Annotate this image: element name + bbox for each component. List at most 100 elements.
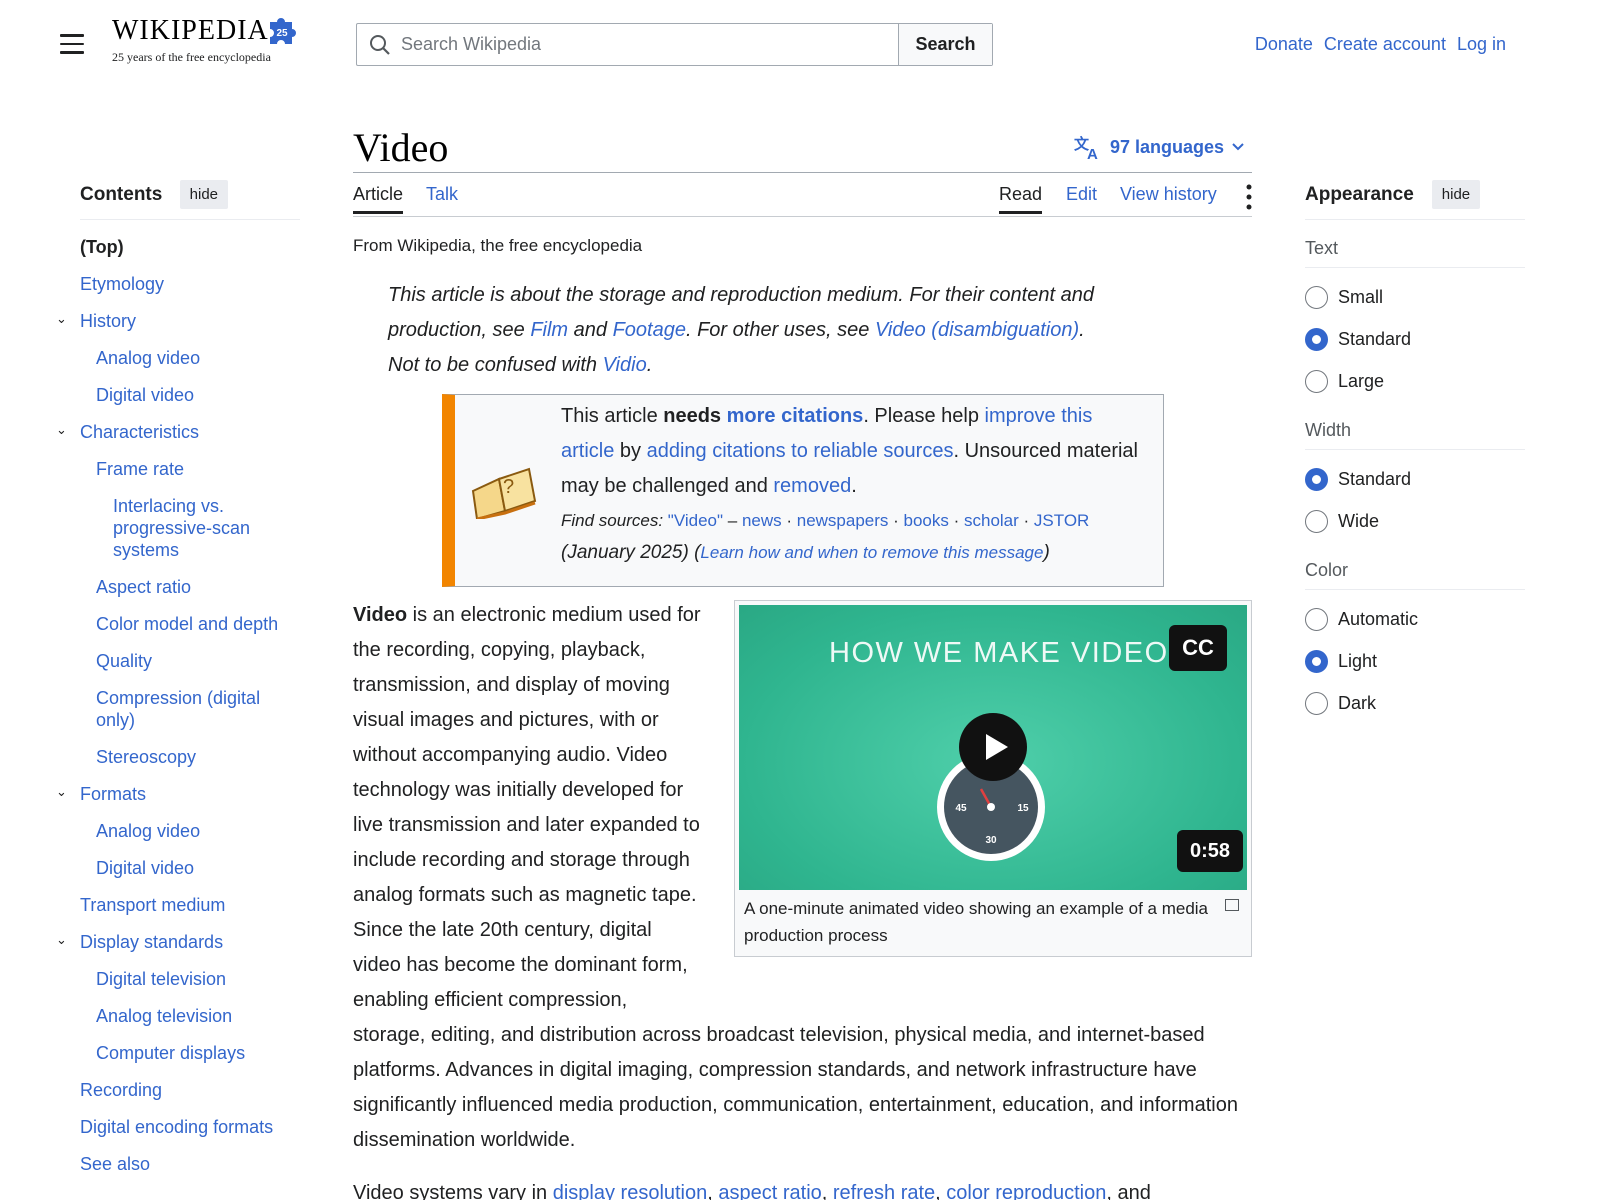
radio-circle-icon[interactable] xyxy=(1305,608,1328,631)
toc-item-label: Characteristics xyxy=(80,422,200,442)
chevron-down-icon[interactable]: ⌄ xyxy=(56,781,67,803)
more-citations-link[interactable]: more citations xyxy=(727,405,864,427)
toc-item[interactable]: Digital video xyxy=(80,384,300,406)
hatnote-text: . xyxy=(1079,319,1085,341)
vidio-link[interactable]: Vidio xyxy=(603,354,647,376)
film-link[interactable]: Film xyxy=(530,319,568,341)
learn-remove-link[interactable]: Learn how and when to remove this messag… xyxy=(700,543,1043,562)
more-options-icon[interactable] xyxy=(1246,184,1252,212)
display-resolution-link[interactable]: display resolution xyxy=(553,1182,708,1200)
tab-view-history[interactable]: View history xyxy=(1120,184,1217,205)
translate-icon: 文 A xyxy=(1074,135,1098,160)
toc-item[interactable]: Analog television xyxy=(80,1005,300,1027)
main-menu-button[interactable] xyxy=(60,34,84,54)
toc-item-label: Formats xyxy=(80,784,147,804)
paragraph-text: , and xyxy=(1106,1182,1151,1200)
toc-item[interactable]: Analog video xyxy=(80,820,300,842)
toc-item[interactable]: ⌄ Characteristics xyxy=(56,421,300,443)
jstor-link[interactable]: JSTOR xyxy=(1034,511,1089,530)
radio-option[interactable]: Automatic xyxy=(1305,607,1525,632)
toc-item-label: Computer displays xyxy=(96,1043,246,1063)
donate-link[interactable]: Donate xyxy=(1255,34,1313,55)
toc-item-label: Display standards xyxy=(80,932,224,952)
toc-item[interactable]: ⌄ Formats xyxy=(56,783,300,805)
aspect-ratio-link[interactable]: aspect ratio xyxy=(718,1182,821,1200)
radio-option[interactable]: Small xyxy=(1305,285,1525,310)
toc-item-label: Digital encoding formats xyxy=(80,1117,274,1137)
appearance-panel: Appearance hide Text Small Standard Large Wi… xyxy=(1305,180,1525,716)
scholar-link[interactable]: scholar xyxy=(964,511,1019,530)
toc-item-label: Transport medium xyxy=(80,895,226,915)
books-link[interactable]: books xyxy=(904,511,949,530)
toc-item-label: Color model and depth xyxy=(96,614,279,634)
news-link[interactable]: news xyxy=(742,511,782,530)
toc-item[interactable]: Etymology xyxy=(80,273,300,295)
toc-hide-button[interactable]: hide xyxy=(179,180,228,209)
toc-item[interactable]: Frame rate xyxy=(80,458,300,480)
tab-edit[interactable]: Edit xyxy=(1066,184,1097,205)
toc-item[interactable]: Quality xyxy=(80,650,300,672)
create-account-link[interactable]: Create account xyxy=(1324,34,1446,55)
find-query-link[interactable]: "Video" xyxy=(668,511,723,530)
refresh-rate-link[interactable]: refresh rate xyxy=(833,1182,935,1200)
color-reproduction-link[interactable]: color reproduction xyxy=(946,1182,1106,1200)
toc-item[interactable]: See also xyxy=(80,1153,300,1175)
toc-item[interactable]: Transport medium xyxy=(80,894,300,916)
toc-item[interactable]: Compression (digital only) xyxy=(80,687,300,731)
newspapers-link[interactable]: newspapers xyxy=(797,511,889,530)
language-selector[interactable]: 文 A 97 languages xyxy=(1074,134,1244,160)
radio-option[interactable]: Dark xyxy=(1305,691,1525,716)
toc-item-label: Interlacing vs. progressive-scan systems xyxy=(113,496,251,560)
toc-item[interactable]: Color model and depth xyxy=(80,613,300,635)
notice-text: by xyxy=(614,440,647,462)
radio-option[interactable]: Wide xyxy=(1305,509,1525,534)
search-button[interactable]: Search xyxy=(898,24,992,65)
toc-item[interactable]: Digital video xyxy=(80,857,300,879)
wikipedia-logo[interactable]: WIKIPEDIA 25 years of the free encyclope… xyxy=(112,14,307,76)
search-input[interactable]: Search Wikipedia xyxy=(357,24,898,65)
radio-circle-icon[interactable] xyxy=(1305,692,1328,715)
radio-circle-icon[interactable] xyxy=(1305,286,1328,309)
radio-option[interactable]: Light xyxy=(1305,649,1525,674)
tab-talk[interactable]: Talk xyxy=(426,184,458,205)
toc-item[interactable]: Digital encoding formats xyxy=(80,1116,300,1138)
appearance-group-label: Width xyxy=(1305,420,1525,450)
radio-option[interactable]: Standard xyxy=(1305,467,1525,492)
removed-link[interactable]: removed xyxy=(773,475,851,497)
toc-item[interactable]: Recording xyxy=(80,1079,300,1101)
toc-item[interactable]: ⌄ Display standards xyxy=(56,931,300,953)
radio-circle-icon[interactable] xyxy=(1305,468,1328,491)
toc-item-label: History xyxy=(80,311,137,331)
toc-item[interactable]: Aspect ratio xyxy=(80,576,300,598)
toc-item[interactable]: (Top) xyxy=(80,236,300,258)
toc-item-label: Stereoscopy xyxy=(96,747,197,767)
chevron-down-icon[interactable]: ⌄ xyxy=(56,308,67,330)
chevron-down-icon[interactable]: ⌄ xyxy=(56,929,67,951)
notice-date: (January 2025) xyxy=(561,542,689,563)
radio-option[interactable]: Large xyxy=(1305,369,1525,394)
adding-citations-link[interactable]: adding citations to reliable sources xyxy=(647,440,954,462)
disambiguation-link[interactable]: Video (disambiguation) xyxy=(875,319,1079,341)
radio-option[interactable]: Standard xyxy=(1305,327,1525,352)
tab-read[interactable]: Read xyxy=(999,184,1043,214)
tab-article[interactable]: Article xyxy=(353,184,404,214)
log-in-link[interactable]: Log in xyxy=(1457,34,1506,55)
toc-item[interactable]: Digital television xyxy=(80,968,300,990)
radio-circle-icon[interactable] xyxy=(1305,328,1328,351)
toc-item-label: Digital video xyxy=(96,858,195,878)
radio-circle-icon[interactable] xyxy=(1305,510,1328,533)
find-sources-label: Find sources: xyxy=(561,511,664,530)
radio-circle-icon[interactable] xyxy=(1305,370,1328,393)
toc-item[interactable]: Analog video xyxy=(80,347,300,369)
toc-item[interactable]: ⌄ History xyxy=(56,310,300,332)
radio-circle-icon[interactable] xyxy=(1305,650,1328,673)
toc-item[interactable]: Stereoscopy xyxy=(80,746,300,768)
appearance-hide-button[interactable]: hide xyxy=(1431,180,1481,209)
footage-link[interactable]: Footage xyxy=(613,319,686,341)
toc-item[interactable]: Computer displays xyxy=(80,1042,300,1064)
figure-spacer xyxy=(717,598,1253,986)
toc-item[interactable]: Interlacing vs. progressive-scan systems xyxy=(80,495,300,561)
tabs-divider xyxy=(353,216,1252,217)
radio-label: Small xyxy=(1338,287,1384,307)
chevron-down-icon[interactable]: ⌄ xyxy=(56,419,67,441)
